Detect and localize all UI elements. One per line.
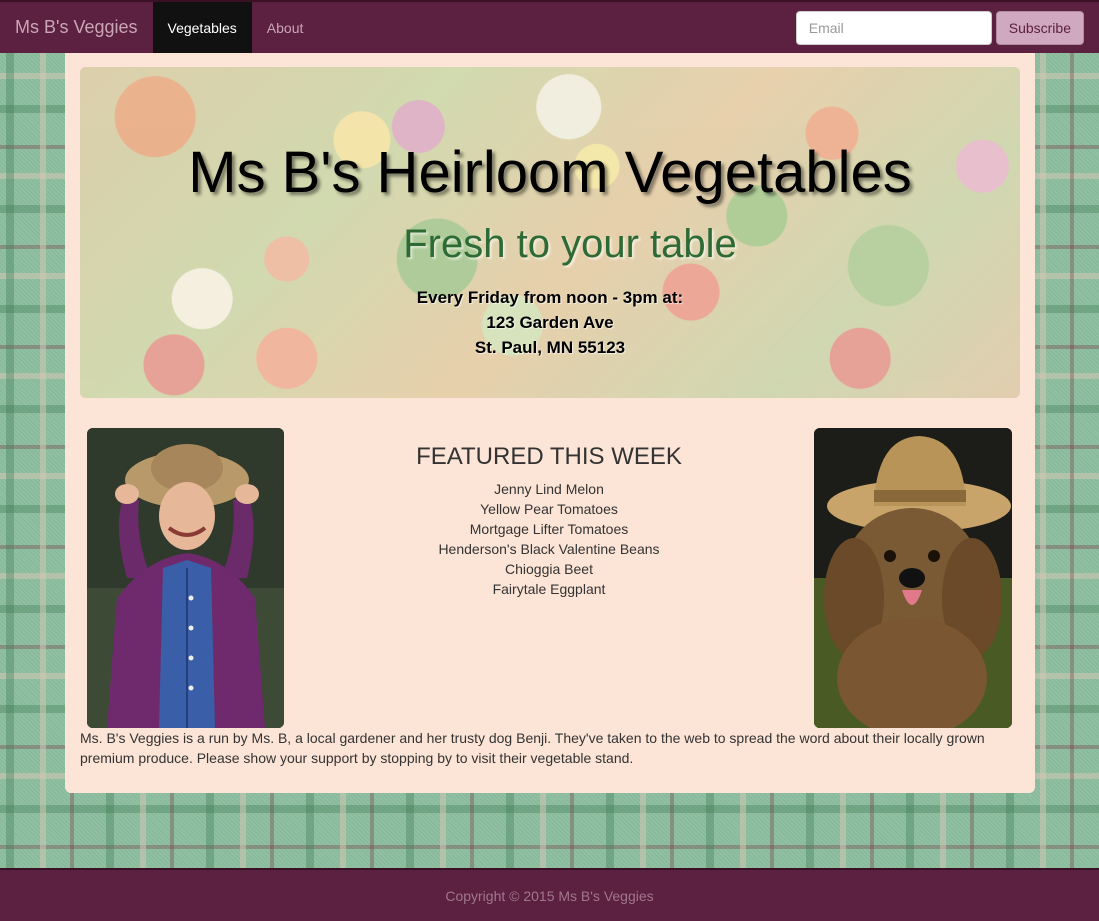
subscribe-button[interactable]: Subscribe xyxy=(995,10,1084,45)
nav-item-vegetables[interactable]: Vegetables xyxy=(152,2,252,53)
main-panel: Ms B's Heirloom Vegetables Fresh to your… xyxy=(65,53,1035,793)
featured-item: Henderson's Black Valentine Beans xyxy=(438,541,660,557)
hero-info-line: Every Friday from noon - 3pm at: xyxy=(416,288,684,307)
gardener-photo xyxy=(87,428,284,728)
hero-info-line: 123 Garden Ave xyxy=(486,313,614,332)
hero-banner: Ms B's Heirloom Vegetables Fresh to your… xyxy=(80,67,1020,398)
subscribe-form: Subscribe xyxy=(795,2,1099,53)
footer-copyright: Copyright © 2015 Ms B's Veggies xyxy=(445,887,654,904)
featured-item: Fairytale Eggplant xyxy=(492,581,606,597)
featured-item: Jenny Lind Melon xyxy=(494,481,604,497)
navbar: Ms B's Veggies Vegetables About Subscrib… xyxy=(0,0,1099,53)
footer: Copyright © 2015 Ms B's Veggies xyxy=(0,868,1099,921)
brand-link[interactable]: Ms B's Veggies xyxy=(0,2,153,53)
featured-heading: FEATURED THIS WEEK xyxy=(416,443,682,470)
hero-info-line: St. Paul, MN 55123 xyxy=(474,338,626,357)
hero-info: Every Friday from noon - 3pm at: 123 Gar… xyxy=(80,285,1020,360)
about-text: Ms. B's Veggies is a run by Ms. B, a loc… xyxy=(80,730,985,766)
featured-item: Mortgage Lifter Tomatoes xyxy=(469,521,629,537)
hero-subtitle: Fresh to your table xyxy=(403,222,737,266)
featured-list: Jenny Lind Melon Yellow Pear Tomatoes Mo… xyxy=(284,479,814,599)
featured-section: FEATURED THIS WEEK Jenny Lind Melon Yell… xyxy=(284,443,814,599)
dog-photo xyxy=(814,428,1012,728)
email-input[interactable] xyxy=(795,10,992,45)
featured-item: Chioggia Beet xyxy=(505,561,593,577)
hero-title: Ms B's Heirloom Vegetables xyxy=(188,140,912,205)
nav-item-about[interactable]: About xyxy=(252,2,319,53)
featured-item: Yellow Pear Tomatoes xyxy=(480,501,618,517)
